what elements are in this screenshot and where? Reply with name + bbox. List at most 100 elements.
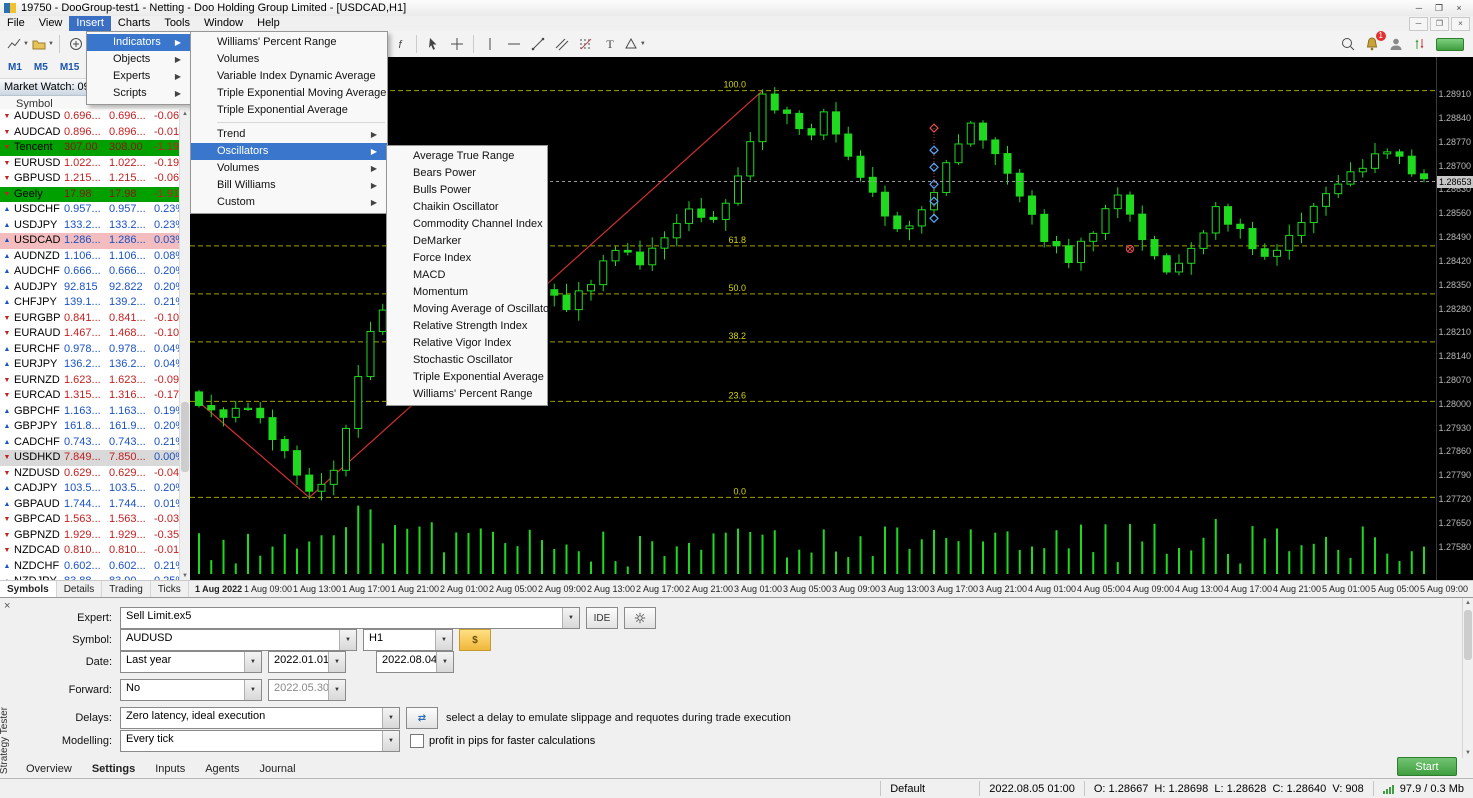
child-restore-icon[interactable]: ❐ — [1430, 17, 1449, 31]
crosshair-button[interactable] — [446, 33, 468, 55]
community-user-icon[interactable] — [1385, 33, 1407, 55]
market-watch-row[interactable]: ▼NZDCAD0.810...0.810...-0.01% — [0, 543, 190, 559]
market-watch-row[interactable]: ▼AUDUSD0.696...0.696...-0.06% — [0, 109, 190, 125]
menu-item-variable-index-dynamic-average[interactable]: Variable Index Dynamic Average — [191, 68, 387, 85]
delays-select[interactable]: Zero latency, ideal execution ▼ — [120, 707, 400, 729]
calendar-dropdown-icon[interactable]: ▼ — [328, 652, 345, 672]
new-order-button[interactable] — [65, 33, 87, 55]
market-watch-row[interactable]: ▲USDCAD1.286...1.286...0.03% — [0, 233, 190, 249]
menu-help[interactable]: Help — [250, 16, 287, 31]
close-panel-icon[interactable]: × — [4, 600, 10, 612]
date-from-field[interactable]: 2022.01.01 ▼ — [268, 651, 346, 673]
market-watch-row[interactable]: ▼GBPNZD1.929...1.929...-0.35% — [0, 528, 190, 544]
menu-item-trend[interactable]: Trend▶ — [191, 126, 387, 143]
vertical-line-button[interactable] — [479, 33, 501, 55]
menu-item-custom[interactable]: Custom▶ — [191, 194, 387, 211]
chevron-down-icon[interactable]: ▼ — [244, 652, 261, 672]
scroll-down-icon[interactable]: ▼ — [1463, 748, 1473, 758]
market-watch-row[interactable]: ▼Tencent307.00308.00-1.19% — [0, 140, 190, 156]
market-watch-row[interactable]: ▲GBPAUD1.744...1.744...0.01% — [0, 497, 190, 513]
search-icon[interactable] — [1337, 33, 1359, 55]
market-watch-row[interactable]: ▼EURGBP0.841...0.841...-0.10% — [0, 311, 190, 327]
scroll-thumb[interactable] — [181, 402, 189, 472]
chevron-down-icon[interactable]: ▼ — [244, 680, 261, 700]
horizontal-line-button[interactable] — [503, 33, 525, 55]
menu-item-moving-average-of-oscillator[interactable]: Moving Average of Oscillator — [387, 301, 547, 318]
trendline-button[interactable] — [527, 33, 549, 55]
market-watch-row[interactable]: ▼GBPUSD1.215...1.215...-0.06% — [0, 171, 190, 187]
menu-item-momentum[interactable]: Momentum — [387, 284, 547, 301]
market-watch-row[interactable]: ▲CADJPY103.5...103.5...0.20% — [0, 481, 190, 497]
deposit-currency-button[interactable]: $ — [459, 629, 491, 651]
market-watch-row[interactable]: ▼EURAUD1.467...1.468...-0.10% — [0, 326, 190, 342]
date-range-select[interactable]: Last year ▼ — [120, 651, 262, 673]
market-watch-row[interactable]: ▲AUDCHF0.666...0.666...0.20% — [0, 264, 190, 280]
chevron-down-icon[interactable]: ▼ — [382, 731, 399, 751]
close-icon[interactable]: × — [1449, 1, 1469, 15]
profiles-button[interactable]: ▼ — [31, 33, 54, 55]
chevron-down-icon[interactable]: ▼ — [562, 608, 579, 628]
indicators-button[interactable]: f — [389, 33, 411, 55]
forward-select[interactable]: No ▼ — [120, 679, 262, 701]
menu-item-williams-percent-range[interactable]: Williams' Percent Range — [387, 386, 547, 403]
minimize-icon[interactable]: ─ — [1409, 1, 1429, 15]
menu-charts[interactable]: Charts — [111, 16, 157, 31]
chevron-down-icon[interactable]: ▼ — [339, 630, 356, 650]
calendar-dropdown-icon[interactable]: ▼ — [436, 652, 453, 672]
menu-window[interactable]: Window — [197, 16, 250, 31]
market-watch-row[interactable]: ▲NZDCHF0.602...0.602...0.21% — [0, 559, 190, 575]
timeframe-m5-button[interactable]: M5 — [28, 60, 54, 75]
chevron-down-icon[interactable]: ▼ — [435, 630, 452, 650]
scroll-up-icon[interactable]: ▲ — [1463, 598, 1473, 608]
child-close-icon[interactable]: × — [1451, 17, 1470, 31]
market-watch-row[interactable]: ▲AUDNZD1.106...1.106...0.08% — [0, 249, 190, 265]
text-button[interactable]: T — [599, 33, 621, 55]
menu-item-indicators[interactable]: Indicators▶ — [87, 34, 191, 51]
chevron-down-icon[interactable]: ▼ — [382, 708, 399, 728]
market-watch-row[interactable]: ▼USDHKD7.849...7.850...0.00% — [0, 450, 190, 466]
start-button[interactable]: Start — [1397, 757, 1457, 776]
market-watch-row[interactable]: ▲AUDJPY92.81592.8220.20% — [0, 280, 190, 296]
latency-settings-icon[interactable]: ⇄ — [406, 707, 438, 729]
market-watch-row[interactable]: ▲CADCHF0.743...0.743...0.21% — [0, 435, 190, 451]
menu-item-triple-exponential-moving-average[interactable]: Triple Exponential Moving Average — [191, 85, 387, 102]
equidistant-channel-button[interactable] — [551, 33, 573, 55]
menu-item-stochastic-oscillator[interactable]: Stochastic Oscillator — [387, 352, 547, 369]
cursor-button[interactable] — [422, 33, 444, 55]
symbol-select[interactable]: AUDUSD ▼ — [120, 629, 357, 651]
tester-tab-overview[interactable]: Overview — [16, 761, 82, 777]
market-watch-row[interactable]: ▲EURJPY136.2...136.2...0.04% — [0, 357, 190, 373]
menu-item-relative-strength-index[interactable]: Relative Strength Index — [387, 318, 547, 335]
tester-scrollbar[interactable]: ▲ ▼ — [1462, 598, 1473, 758]
market-watch-tab-symbols[interactable]: Symbols — [0, 581, 57, 597]
market-watch-row[interactable]: ▼AUDCAD0.896...0.896...-0.01% — [0, 125, 190, 141]
tester-tab-journal[interactable]: Journal — [249, 761, 305, 777]
menu-item-triple-exponential-average[interactable]: Triple Exponential Average — [387, 369, 547, 386]
menu-item-demarker[interactable]: DeMarker — [387, 233, 547, 250]
notifications-bell-icon[interactable]: 1 — [1361, 33, 1383, 55]
menu-insert[interactable]: Insert — [69, 16, 111, 31]
market-watch-row[interactable]: ▼Geely17.9817.98-1.91% — [0, 187, 190, 203]
objects-button[interactable]: ▼ — [623, 33, 646, 55]
market-watch-row[interactable]: ▲CHFJPY139.1...139.2...0.21% — [0, 295, 190, 311]
menu-item-experts[interactable]: Experts▶ — [87, 68, 191, 85]
market-watch-row[interactable]: ▲EURCHF0.978...0.978...0.04% — [0, 342, 190, 358]
menu-item-bill-williams[interactable]: Bill Williams▶ — [191, 177, 387, 194]
menu-item-bears-power[interactable]: Bears Power — [387, 165, 547, 182]
market-watch-row[interactable]: ▲GBPJPY161.8...161.9...0.20% — [0, 419, 190, 435]
status-profile[interactable]: Default — [880, 781, 979, 796]
menu-item-relative-vigor-index[interactable]: Relative Vigor Index — [387, 335, 547, 352]
market-watch-row[interactable]: ▼EURUSD1.022...1.022...-0.19% — [0, 156, 190, 172]
market-watch-tab-ticks[interactable]: Ticks — [151, 581, 189, 597]
market-watch-row[interactable]: ▲GBPCHF1.163...1.163...0.19% — [0, 404, 190, 420]
market-watch-tab-trading[interactable]: Trading — [102, 581, 151, 597]
market-watch-row[interactable]: ▼EURCAD1.315...1.316...-0.17% — [0, 388, 190, 404]
menu-item-force-index[interactable]: Force Index — [387, 250, 547, 267]
tester-tab-settings[interactable]: Settings — [82, 761, 145, 777]
new-chart-button[interactable]: ▼ — [6, 33, 29, 55]
price-scale[interactable]: 1.289101.288401.287701.287001.286301.285… — [1436, 57, 1473, 580]
menu-item-volumes[interactable]: Volumes — [191, 51, 387, 68]
menu-view[interactable]: View — [32, 16, 70, 31]
ide-button[interactable]: IDE — [586, 607, 618, 629]
market-watch-row[interactable]: ▼NZDUSD0.629...0.629...-0.04% — [0, 466, 190, 482]
